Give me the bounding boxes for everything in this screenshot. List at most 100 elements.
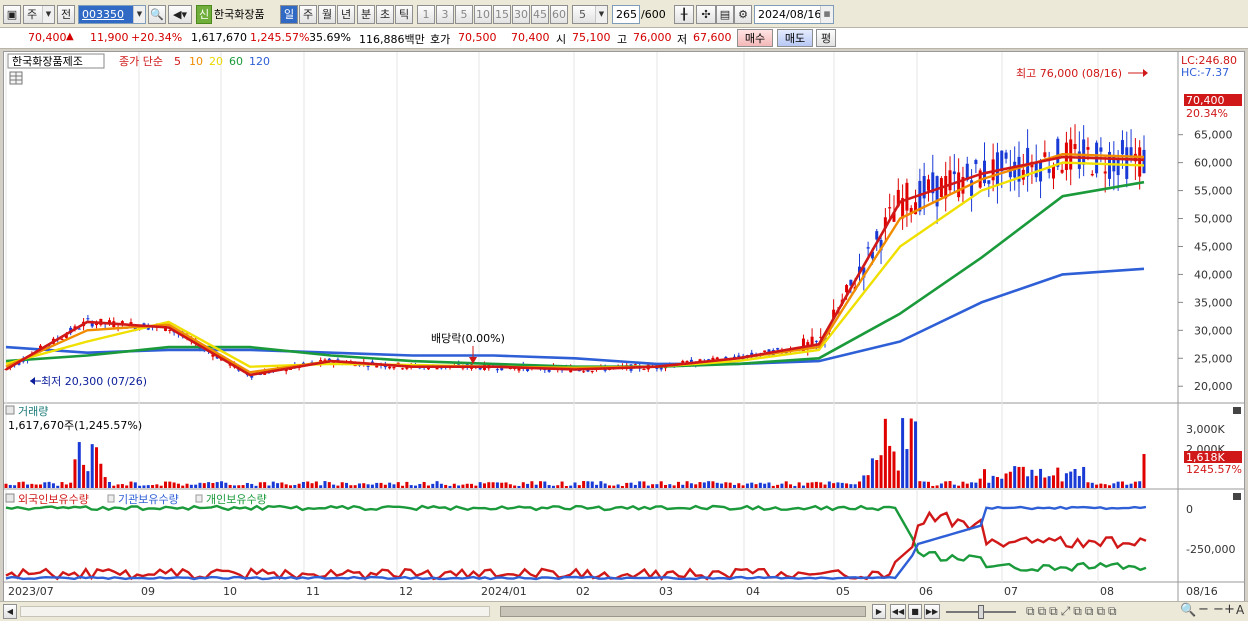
stop-icon[interactable]: ■ bbox=[908, 604, 922, 619]
eval-button[interactable]: 평 bbox=[816, 29, 836, 47]
candle-body bbox=[388, 366, 392, 369]
volume-bar bbox=[556, 485, 560, 488]
volume-bar bbox=[995, 477, 999, 488]
volume-bar bbox=[474, 485, 478, 488]
stock-name: 한국화장품 bbox=[214, 8, 265, 21]
tab-month[interactable]: 월 bbox=[318, 5, 336, 24]
scroll-thumb[interactable] bbox=[500, 606, 866, 617]
interval-select[interactable]: 5 ▼ bbox=[572, 5, 608, 24]
zoom-slider-thumb[interactable] bbox=[978, 605, 984, 619]
volume-bar bbox=[1142, 454, 1146, 488]
legend-ma-60: 60 bbox=[229, 55, 243, 68]
zoom-icon[interactable]: 🔍 bbox=[1180, 603, 1196, 618]
volume-bar bbox=[944, 481, 948, 488]
volume-bar bbox=[952, 484, 956, 488]
buy-button[interactable]: 매수 bbox=[737, 29, 773, 47]
scroll-track[interactable] bbox=[20, 606, 490, 617]
close-panel-icon[interactable] bbox=[1233, 407, 1241, 414]
volume-bar bbox=[383, 484, 387, 488]
candle-body bbox=[1082, 139, 1086, 165]
panel-toggle-icon[interactable] bbox=[5, 493, 15, 503]
tab-second[interactable]: 초 bbox=[376, 5, 394, 24]
interval-15[interactable]: 15 bbox=[493, 5, 511, 24]
up-arrow-icon: ▲ bbox=[66, 31, 74, 42]
gear-icon[interactable]: ⚙ bbox=[734, 5, 752, 24]
volume-bar bbox=[702, 482, 706, 488]
panel-toggle-icon[interactable] bbox=[5, 405, 15, 415]
volume-bar bbox=[314, 481, 318, 488]
search-icon[interactable]: 🔍 bbox=[148, 5, 166, 24]
candle-body bbox=[1047, 169, 1051, 173]
volume-bar bbox=[388, 482, 392, 488]
candle-body bbox=[582, 371, 586, 373]
chart-area[interactable]: 한국화장품제조 종가 단순 5 10 20 60 120 LC:246.80 H… bbox=[3, 51, 1245, 602]
volume-bar bbox=[1133, 481, 1137, 488]
volume-bar bbox=[711, 481, 715, 488]
volume-bar bbox=[607, 485, 611, 488]
stock-code-input[interactable]: 003350 ▼ bbox=[78, 5, 146, 24]
tab-minute[interactable]: 분 bbox=[357, 5, 375, 24]
interval-60[interactable]: 60 bbox=[550, 5, 568, 24]
volume-bar bbox=[26, 484, 30, 488]
count-input[interactable]: 265 bbox=[612, 5, 640, 24]
date-input[interactable]: 2024/08/16 ▦ bbox=[754, 5, 834, 24]
volume-bar bbox=[448, 485, 452, 488]
tab-week[interactable]: 주 bbox=[299, 5, 317, 24]
zoom-in-icon[interactable]: + bbox=[1224, 602, 1235, 617]
volume-bar bbox=[948, 481, 952, 488]
volume-bar bbox=[194, 484, 198, 488]
volume-bar bbox=[896, 470, 900, 488]
auto-icon[interactable]: A bbox=[1236, 603, 1244, 617]
zoom-out-icon[interactable]: − bbox=[1198, 602, 1209, 617]
scroll-right-icon[interactable]: ▶ bbox=[872, 604, 886, 619]
sell-button[interactable]: 매도 bbox=[777, 29, 813, 47]
tab-day[interactable]: 일 bbox=[280, 5, 298, 24]
volume-bar bbox=[939, 483, 943, 488]
chart-svg[interactable]: 한국화장품제조 종가 단순 5 10 20 60 120 LC:246.80 H… bbox=[4, 52, 1244, 601]
calendar-icon[interactable]: ▦ bbox=[820, 6, 833, 23]
volume-bar bbox=[21, 481, 25, 488]
candle-body bbox=[814, 340, 818, 342]
candle-body bbox=[888, 207, 892, 209]
interval-30[interactable]: 30 bbox=[512, 5, 530, 24]
volume-bar bbox=[642, 481, 646, 488]
volume-bar bbox=[133, 482, 137, 488]
zoom-fit-icon[interactable]: − bbox=[1213, 602, 1224, 617]
volume-bar bbox=[198, 482, 202, 488]
tab-tick[interactable]: 틱 bbox=[395, 5, 413, 24]
speaker-icon[interactable]: ◀▾ bbox=[168, 5, 192, 24]
interval-3[interactable]: 3 bbox=[436, 5, 454, 24]
change-percent: +20.34% bbox=[131, 31, 183, 44]
foreign-holding-line bbox=[5, 510, 1147, 581]
scroll-left-icon[interactable]: ◀ bbox=[3, 604, 17, 619]
candle-body bbox=[590, 371, 594, 373]
market-select[interactable]: 주 ▼ bbox=[23, 5, 55, 24]
volume-bar bbox=[366, 484, 370, 488]
interval-10[interactable]: 10 bbox=[474, 5, 492, 24]
holding-y-tick: -250,000 bbox=[1186, 543, 1235, 556]
volume-bar bbox=[276, 483, 280, 488]
volume-bar bbox=[849, 484, 853, 488]
volume-bar bbox=[737, 483, 741, 488]
volume-bar bbox=[862, 475, 866, 488]
volume-bar bbox=[1125, 484, 1129, 488]
volume-bar bbox=[323, 481, 327, 488]
candle-icon[interactable]: ╂ bbox=[674, 5, 694, 24]
chart-menu-icon[interactable]: ▣ bbox=[3, 5, 21, 24]
forward-icon[interactable]: ▶▶ bbox=[924, 604, 940, 619]
x-axis-label: 12 bbox=[399, 585, 413, 598]
volume-bar bbox=[879, 455, 883, 488]
close-panel-icon[interactable] bbox=[1233, 493, 1241, 500]
volume-bar bbox=[1077, 475, 1081, 488]
prev-button[interactable]: 전 bbox=[57, 5, 75, 24]
volume-bar bbox=[142, 485, 146, 488]
interval-1[interactable]: 1 bbox=[417, 5, 435, 24]
interval-5[interactable]: 5 bbox=[455, 5, 473, 24]
tab-year[interactable]: 년 bbox=[337, 5, 355, 24]
rewind-icon[interactable]: ◀◀ bbox=[890, 604, 906, 619]
save-icon[interactable]: ▤ bbox=[716, 5, 734, 24]
layout-icons[interactable]: ⧉⧉⧉⤢⧉⧉⧉⧉ bbox=[1026, 604, 1120, 619]
bottom-scrollbar[interactable]: ◀ ▶ ◀◀ ■ ▶▶ ⧉⧉⧉⤢⧉⧉⧉⧉ 🔍 − − + A bbox=[0, 601, 1248, 621]
crosshair-icon[interactable]: ✣ bbox=[696, 5, 716, 24]
interval-45[interactable]: 45 bbox=[531, 5, 549, 24]
